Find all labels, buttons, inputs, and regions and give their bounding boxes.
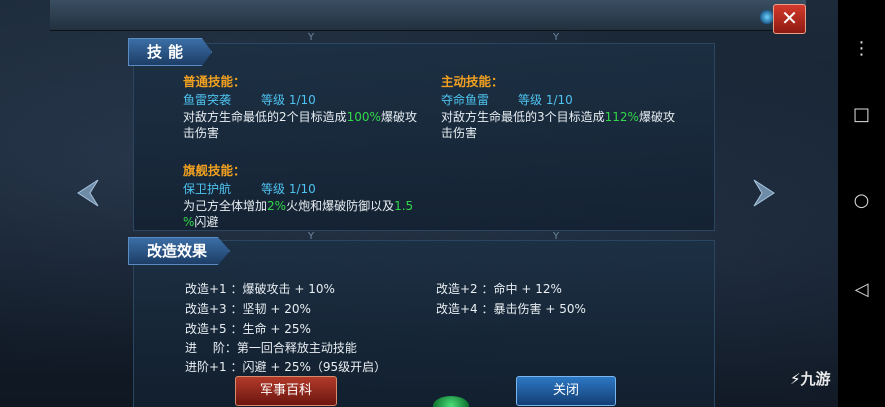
refit-line: 进 阶：第一回合释放主动技能 bbox=[185, 341, 357, 355]
close-button[interactable]: ✕ bbox=[773, 4, 806, 34]
active-skill-level: 等级 1/10 bbox=[518, 93, 573, 107]
home-icon[interactable]: ○ bbox=[838, 190, 885, 211]
refit-line: 进阶+1 ：闪避 + 25%（95级开启） bbox=[185, 360, 387, 374]
active-skill-header: 主动技能： bbox=[441, 74, 504, 89]
recent-apps-icon[interactable]: □ bbox=[838, 104, 885, 125]
game-screen: ✕ 技能 Y Y 普通技能： 鱼雷突袭 等级 1/10 对敌方生命最低的2个目标… bbox=[0, 0, 838, 407]
watermark-logo-icon: ⚡ bbox=[790, 370, 801, 388]
flagship-skill-level: 等级 1/10 bbox=[261, 182, 316, 196]
encyclopedia-button[interactable]: 军事百科 bbox=[235, 376, 337, 406]
menu-dots-icon[interactable]: ⋮ bbox=[838, 38, 885, 59]
left-arrow-icon[interactable] bbox=[74, 178, 100, 208]
normal-skill-header: 普通技能： bbox=[183, 74, 246, 89]
close-dialog-button[interactable]: 关闭 bbox=[516, 376, 616, 406]
skills-tab: 技能 bbox=[128, 38, 213, 66]
android-nav-bar: ⋮ □ ○ ◁ bbox=[838, 0, 885, 407]
flagship-skill-name: 保卫护航 bbox=[183, 182, 232, 196]
refit-line: 改造+2 ：命中 + 12% bbox=[436, 282, 562, 296]
top-bar bbox=[50, 0, 806, 31]
normal-skill-name: 鱼雷突袭 bbox=[183, 93, 232, 107]
flagship-skill-desc: 为己方全体增加2%火炮和爆破防御以及1.5 %闪避 bbox=[183, 199, 414, 229]
divider-mark: Y bbox=[308, 32, 315, 43]
flagship-skill-header: 旗舰技能： bbox=[183, 163, 246, 178]
watermark: ⚡九游 bbox=[790, 370, 831, 388]
right-arrow-icon[interactable] bbox=[752, 178, 778, 208]
refit-line: 改造+1 ：爆破攻击 + 10% bbox=[185, 282, 335, 296]
close-icon: ✕ bbox=[781, 6, 798, 30]
back-icon[interactable]: ◁ bbox=[838, 279, 885, 300]
active-skill-desc: 对敌方生命最低的3个目标造成112%爆破攻 击伤害 bbox=[441, 110, 675, 140]
orb-icon bbox=[760, 10, 774, 24]
refit-tab: 改造效果 bbox=[128, 237, 231, 265]
normal-skill-level: 等级 1/10 bbox=[261, 93, 316, 107]
divider-mark: Y bbox=[553, 32, 560, 43]
refit-line: 改造+3 ：坚韧 + 20% bbox=[185, 302, 311, 316]
active-skill-name: 夺命鱼雷 bbox=[441, 93, 490, 107]
normal-skill-desc: 对敌方生命最低的2个目标造成100%爆破攻 击伤害 bbox=[183, 110, 417, 140]
refit-line: 改造+5 ：生命 + 25% bbox=[185, 322, 311, 336]
refit-line: 改造+4 ：暴击伤害 + 50% bbox=[436, 302, 586, 316]
